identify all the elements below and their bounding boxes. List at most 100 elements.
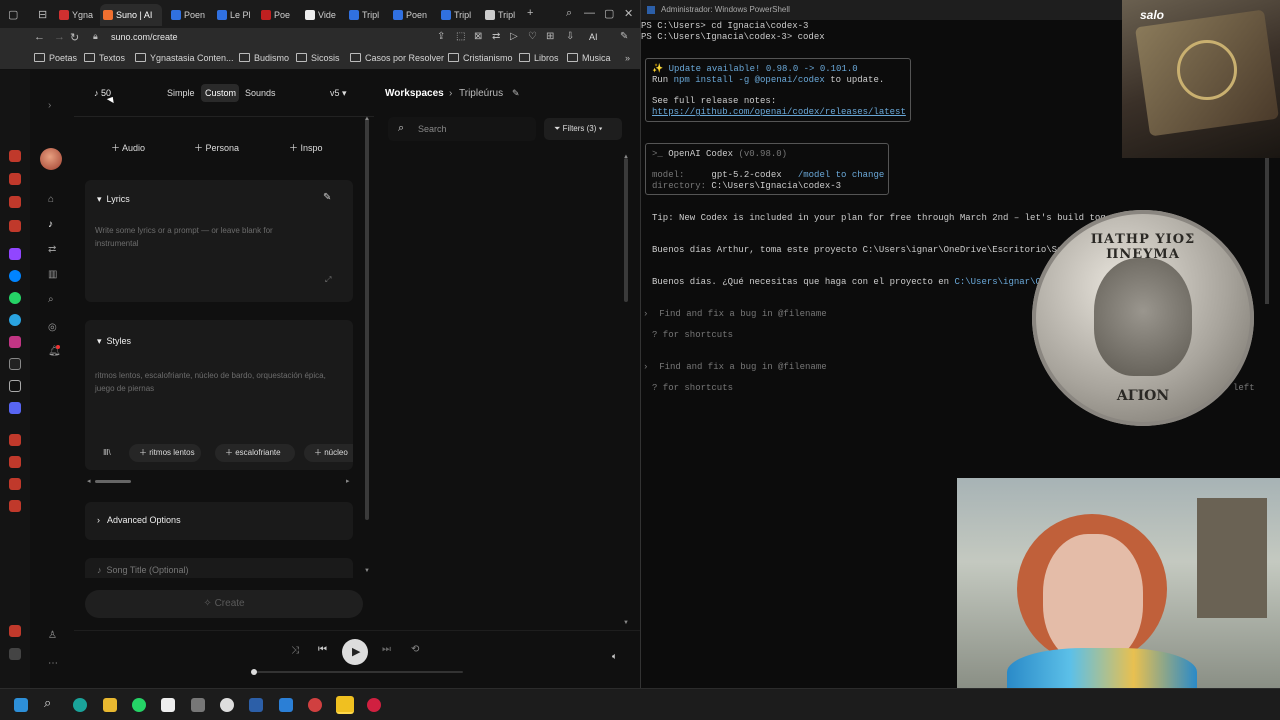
account-icon[interactable]: ♙ — [48, 630, 57, 641]
forward-icon[interactable]: → — [54, 31, 65, 43]
bookmark-folder[interactable]: Cristianismo — [448, 53, 513, 63]
tags-scrollbar[interactable] — [95, 480, 131, 483]
heart-icon[interactable] — [9, 434, 21, 446]
notepad-icon[interactable] — [161, 698, 175, 712]
bookmark-folder[interactable]: Budismo — [239, 53, 289, 63]
repeat-icon[interactable]: ⟲ — [411, 644, 419, 655]
whatsapp-icon[interactable] — [9, 292, 21, 304]
file-explorer-icon[interactable] — [103, 698, 117, 712]
scroll-right-icon[interactable]: ▸ — [346, 477, 350, 485]
terminal-scrollbar[interactable] — [1265, 154, 1269, 304]
release-notes-link[interactable]: https://github.com/openai/codex/releases… — [652, 107, 906, 117]
bookmark-folder[interactable]: Poetas — [34, 53, 77, 63]
advanced-options-card[interactable]: › Advanced Options — [85, 502, 353, 540]
volume-icon[interactable]: 🔈︎ — [612, 651, 617, 662]
browser-tab[interactable]: Tripl — [438, 4, 480, 26]
progress-handle[interactable] — [251, 669, 257, 675]
mode-simple[interactable]: Simple — [167, 88, 195, 98]
app-icon-2[interactable] — [9, 173, 21, 185]
tab-grid-icon[interactable]: ⊟ — [38, 8, 47, 21]
scroll-down-icon[interactable]: ▼ — [364, 568, 370, 574]
phone-icon[interactable] — [191, 698, 205, 712]
x-icon[interactable] — [9, 380, 21, 392]
panel-scrollbar[interactable] — [365, 118, 369, 520]
progress-track[interactable] — [253, 671, 463, 673]
bookmark-folder[interactable]: Ygnastasia Conten... — [135, 53, 234, 63]
extension-icon[interactable]: ⊠ — [474, 31, 482, 42]
prompt-input[interactable]: › Find and fix a bug in @filename — [643, 309, 827, 319]
app-icon-4[interactable] — [9, 220, 21, 232]
start-icon[interactable] — [14, 698, 28, 712]
browser-tab[interactable]: Le Pl — [214, 4, 256, 26]
prompt-input[interactable]: › Find and fix a bug in @filename — [643, 362, 827, 372]
studio-icon[interactable]: ⇄ — [48, 244, 56, 255]
play-icon[interactable]: ▷ — [510, 31, 518, 42]
tiktok-icon[interactable] — [9, 358, 21, 370]
edit-icon[interactable]: ✎ — [512, 88, 520, 99]
app-icon-3[interactable] — [9, 196, 21, 208]
instagram-icon[interactable] — [9, 336, 21, 348]
bookmark-folder[interactable]: Musica — [567, 53, 611, 63]
style-tag[interactable]: ＋ ritmos lentos — [129, 444, 201, 462]
bookmark-folder[interactable]: Casos por Resolver — [350, 53, 444, 63]
app-icon-8[interactable] — [9, 648, 21, 660]
avatar[interactable] — [40, 148, 62, 170]
browser-tab[interactable]: Vide — [302, 4, 344, 26]
tab-actions-icon[interactable]: ▢ — [8, 8, 18, 21]
discord-icon[interactable] — [9, 402, 21, 414]
version-select[interactable]: v5 ▾ — [330, 88, 347, 99]
settings-icon[interactable] — [9, 500, 21, 512]
messenger-icon[interactable] — [9, 270, 21, 282]
vscode-icon[interactable] — [279, 698, 293, 712]
url-field[interactable]: suno.com/create — [111, 32, 178, 42]
song-title-input[interactable]: ♪ Song Title (Optional) — [97, 565, 189, 575]
app-icon[interactable] — [308, 698, 322, 712]
ai-button[interactable]: AI — [589, 32, 598, 42]
create-button[interactable]: ✧ Create — [85, 590, 363, 618]
scroll-up-icon[interactable]: ▲ — [623, 154, 629, 160]
add-inspo-button[interactable]: ＋ Inspo — [289, 141, 323, 154]
translate-icon[interactable]: ⇄ — [492, 31, 500, 42]
workspace-name[interactable]: Tripleúrus — [459, 88, 503, 99]
collections-icon[interactable]: ⊞ — [546, 31, 554, 42]
recorder-icon[interactable] — [367, 698, 381, 712]
library-icon[interactable]: ▥ — [48, 269, 57, 280]
powershell-icon[interactable] — [249, 698, 263, 712]
shuffle-icon[interactable]: ⤨ — [291, 645, 299, 656]
play-button[interactable]: ▶︎ — [342, 639, 368, 665]
share-icon[interactable]: ⇪ — [437, 31, 445, 42]
search-nav-icon[interactable]: ⌕ — [48, 294, 54, 305]
close-icon[interactable]: ✕ — [624, 7, 633, 20]
lyrics-toggle[interactable]: ▾ Lyrics — [97, 194, 130, 205]
mode-custom[interactable]: Custom — [205, 88, 236, 98]
scroll-left-icon[interactable]: ◂ — [87, 477, 91, 485]
back-icon[interactable]: ← — [34, 31, 45, 43]
bookmark-folder[interactable]: Textos — [84, 53, 125, 63]
lyrics-input[interactable]: Write some lyrics or a prompt — or leave… — [95, 224, 315, 250]
bookmark-folder[interactable]: Libros — [519, 53, 559, 63]
browser-tab[interactable]: Tripl — [346, 4, 388, 26]
styles-input[interactable]: ritmos lentos, escalofriante, núcleo de … — [95, 369, 335, 395]
favorite-icon[interactable]: ♡ — [528, 31, 537, 42]
telegram-icon[interactable] — [9, 314, 21, 326]
browser-tab[interactable]: Suno | AI — [100, 4, 162, 26]
download-icon[interactable]: ⇩ — [566, 31, 574, 42]
style-tag[interactable]: ＋ escalofriante — [215, 444, 295, 462]
workspace-breadcrumb[interactable]: Workspaces — [385, 88, 444, 99]
pen-icon[interactable]: ✎ — [620, 31, 628, 42]
search-icon[interactable]: ⌕ — [44, 695, 58, 710]
workspace-scrollbar[interactable] — [624, 158, 628, 302]
browser-tab[interactable]: Poen — [390, 4, 436, 26]
mode-sounds[interactable]: Sounds — [245, 88, 276, 98]
filters-button[interactable]: ⏷ Filters (3) ▾ — [544, 118, 622, 140]
twitch-icon[interactable] — [9, 248, 21, 260]
style-tag[interactable]: ＋ núcleo — [304, 444, 353, 462]
create-icon[interactable]: ♪ — [48, 219, 53, 230]
edge-icon[interactable] — [73, 698, 87, 712]
maximize-icon[interactable]: ▢ — [604, 7, 614, 20]
magic-wand-icon[interactable]: ✎ — [323, 192, 331, 203]
expand-icon[interactable]: ⤢ — [325, 275, 331, 285]
whatsapp-icon[interactable] — [132, 698, 146, 712]
more-bookmarks-icon[interactable]: » — [625, 53, 630, 63]
bookmark-folder[interactable]: Sicosis — [296, 53, 340, 63]
